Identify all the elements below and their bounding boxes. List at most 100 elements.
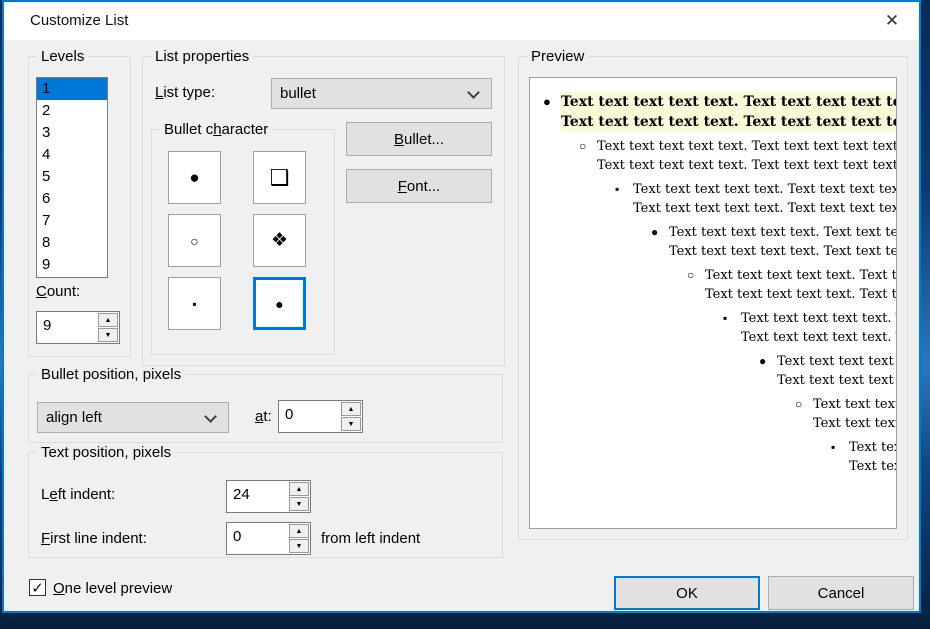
levels-list-item[interactable]: 3 [37, 122, 107, 144]
levels-list-item[interactable]: 8 [37, 232, 107, 254]
bullet-button[interactable]: Bullet... [346, 122, 492, 156]
left-indent-value: 24 [227, 481, 288, 512]
bullet-button-label: Bullet... [394, 131, 444, 148]
one-level-preview-label: One level preview [53, 580, 172, 597]
levels-group: Levels 1 2 3 4 5 6 7 8 9 Count: 9 ▲ ▼ [28, 56, 131, 357]
at-spinner[interactable]: 0 ▲ ▼ [278, 400, 363, 433]
preview-text-line: Text text text text text. Text text text… [777, 371, 896, 390]
check-icon: ✓ [31, 579, 44, 597]
bullet-character-group-label: Bullet character [160, 121, 272, 138]
bullet-option-diamond-cluster[interactable]: ❖ [253, 214, 306, 267]
preview-level-2: ○ Text text text text text. Text text te… [530, 137, 896, 175]
list-bullet-icon: ● [651, 223, 669, 261]
preview-text-line: Text text text text text. Text text text… [705, 266, 896, 285]
levels-list-item[interactable]: 1 [37, 78, 107, 100]
filled-circle-icon: ● [189, 168, 199, 188]
count-label: Count: [36, 283, 80, 300]
left-indent-label: Left indent: [41, 486, 115, 503]
levels-listbox[interactable]: 1 2 3 4 5 6 7 8 9 [36, 77, 108, 278]
at-spinner-down-button[interactable]: ▼ [341, 417, 361, 431]
first-line-spinner-up-button[interactable]: ▲ [289, 524, 309, 538]
list-bullet-icon: ▪ [831, 438, 849, 476]
text-position-group-label: Text position, pixels [37, 444, 175, 461]
bullet-align-value: align left [46, 403, 102, 432]
font-button-label: Font... [398, 178, 441, 195]
levels-list-item[interactable]: 6 [37, 188, 107, 210]
levels-list-item[interactable]: 4 [37, 144, 107, 166]
customize-list-dialog: Customize List ✕ Levels 1 2 3 4 5 6 7 8 … [2, 0, 921, 613]
shadowed-square-icon: ❑ [270, 165, 290, 191]
preview-group: Preview ● Text text text text text. Text… [518, 56, 908, 540]
levels-list-item[interactable]: 5 [37, 166, 107, 188]
list-bullet-icon: ○ [795, 395, 813, 433]
one-level-preview-checkbox[interactable]: ✓ [29, 579, 46, 596]
bullet-option-hollow-circle[interactable]: ○ [168, 214, 221, 267]
close-icon: ✕ [885, 11, 899, 31]
spinner-up-icon: ▲ [105, 317, 112, 324]
list-type-label: List type: [155, 84, 215, 101]
spinner-down-icon: ▼ [348, 421, 355, 428]
cancel-button[interactable]: Cancel [768, 576, 914, 610]
spinner-up-icon: ▲ [348, 406, 355, 413]
preview-level-4: ● Text text text text text. Text text te… [530, 223, 896, 261]
spinner-down-icon: ▼ [296, 543, 303, 550]
title-bar: Customize List ✕ [4, 2, 919, 40]
preview-text-line: Text text text text text. Text text text… [561, 92, 896, 112]
preview-text-line: Text text text text text. Text text text… [633, 199, 896, 218]
preview-level-7: ● Text text text text text. Text text te… [530, 352, 896, 390]
levels-list-item[interactable]: 7 [37, 210, 107, 232]
first-line-indent-value: 0 [227, 523, 288, 554]
bullet-character-group: Bullet character ● ❑ ○ ❖ ▪ ● [151, 129, 335, 355]
preview-text-line: Text text text text text. Text text text… [597, 156, 896, 175]
preview-text-line: Text text text text text. Text text text… [561, 112, 896, 132]
font-button[interactable]: Font... [346, 169, 492, 203]
count-spinner[interactable]: 9 ▲ ▼ [36, 311, 120, 344]
preview-pane: ● Text text text text text. Text text te… [529, 77, 897, 529]
preview-level-5: ○ Text text text text text. Text text te… [530, 266, 896, 304]
list-bullet-icon: ● [543, 92, 561, 132]
bullet-option-small-square[interactable]: ▪ [168, 277, 221, 330]
bullet-option-filled-circle-small[interactable]: ● [253, 277, 306, 330]
dialog-title: Customize List [30, 2, 128, 40]
list-bullet-icon: ○ [687, 266, 705, 304]
preview-text-line: Text text text text text. Text text text… [633, 180, 896, 199]
list-bullet-icon: ○ [579, 137, 597, 175]
list-properties-group: List properties List type: bullet Bullet… [142, 56, 505, 366]
bullet-position-group-label: Bullet position, pixels [37, 366, 185, 383]
count-spinner-down-button[interactable]: ▼ [98, 328, 118, 342]
preview-text-line: Text text text text text. Text text text… [705, 285, 896, 304]
at-value: 0 [279, 401, 340, 432]
first-line-spinner-down-button[interactable]: ▼ [289, 539, 309, 553]
preview-text-line: Text text text text text. Text text text… [669, 223, 896, 242]
spinner-down-icon: ▼ [296, 501, 303, 508]
preview-group-label: Preview [527, 48, 588, 65]
close-button[interactable]: ✕ [871, 5, 913, 36]
from-left-indent-label: from left indent [321, 530, 420, 547]
bullet-option-filled-circle[interactable]: ● [168, 151, 221, 204]
at-label: at: [255, 408, 272, 425]
preview-level-6: ▪ Text text text text text. Text text te… [530, 309, 896, 347]
levels-list-item[interactable]: 9 [37, 254, 107, 276]
at-spinner-up-button[interactable]: ▲ [341, 402, 361, 416]
first-line-indent-spinner[interactable]: 0 ▲ ▼ [226, 522, 311, 555]
preview-level-1: ● Text text text text text. Text text te… [530, 92, 896, 132]
bullet-option-shadowed-square[interactable]: ❑ [253, 151, 306, 204]
chevron-down-icon [467, 86, 480, 99]
preview-text-line: Text text text text text. Text text text… [741, 328, 896, 347]
list-type-dropdown[interactable]: bullet [271, 78, 492, 109]
left-indent-spinner[interactable]: 24 ▲ ▼ [226, 480, 311, 513]
count-spinner-up-button[interactable]: ▲ [98, 313, 118, 327]
ok-button[interactable]: OK [614, 576, 760, 610]
bullet-align-dropdown[interactable]: align left [37, 402, 229, 433]
levels-group-label: Levels [37, 48, 88, 65]
preview-level-3: ▪ Text text text text text. Text text te… [530, 180, 896, 218]
text-position-group: Text position, pixels Left indent: 24 ▲ … [28, 452, 503, 558]
list-type-value: bullet [280, 79, 316, 108]
preview-text-line: Text text text text text. Text text text… [849, 457, 896, 476]
levels-list-item[interactable]: 2 [37, 100, 107, 122]
preview-level-9: ▪ Text text text text text. Text text te… [530, 438, 896, 476]
preview-text-line: Text text text text text. Text text text… [741, 309, 896, 328]
spinner-up-icon: ▲ [296, 528, 303, 535]
left-indent-spinner-down-button[interactable]: ▼ [289, 497, 309, 511]
left-indent-spinner-up-button[interactable]: ▲ [289, 482, 309, 496]
